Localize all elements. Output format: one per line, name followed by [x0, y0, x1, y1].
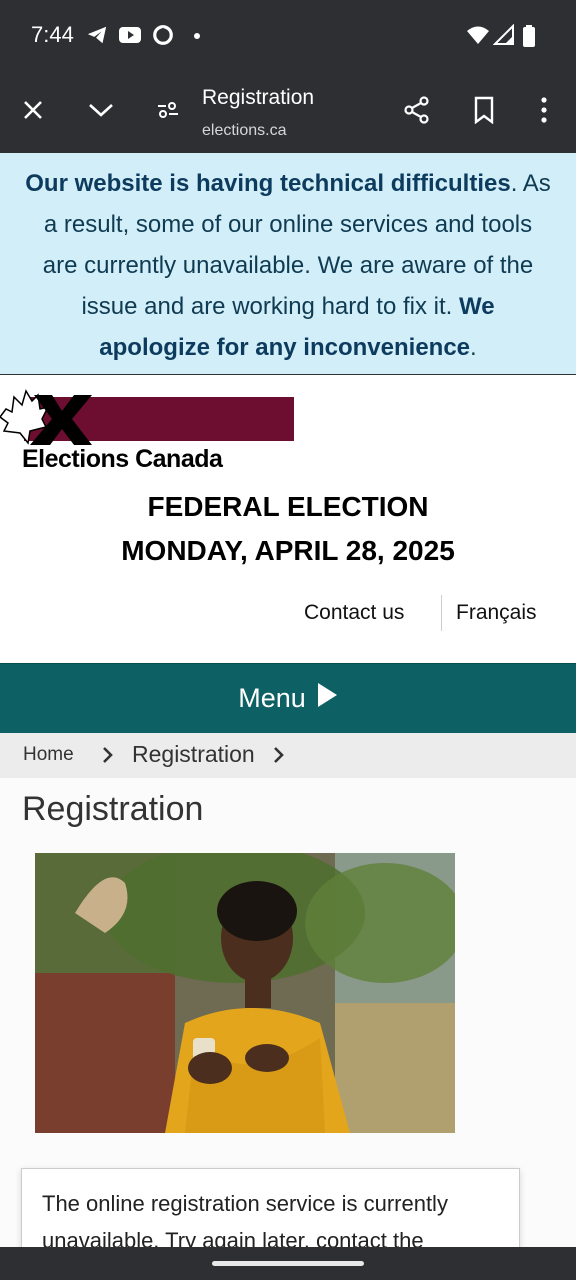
page-title-bar: Registration: [202, 86, 315, 109]
link-divider: [441, 595, 442, 631]
breadcrumb-registration[interactable]: Registration: [132, 741, 255, 768]
menu-label: Menu: [238, 683, 306, 713]
alert-tail-punct: .: [470, 334, 477, 361]
youtube-icon: [118, 24, 142, 48]
elections-canada-logo[interactable]: Elections Canada: [0, 387, 300, 471]
share-button[interactable]: [395, 90, 439, 134]
signal-icon: [492, 23, 515, 48]
home-gesture-handle[interactable]: [212, 1261, 364, 1266]
web-page: Our website is having technical difficul…: [0, 153, 576, 1247]
language-toggle-link[interactable]: Français: [456, 601, 537, 625]
dot-icon: [192, 24, 202, 48]
headline-line2: MONDAY, APRIL 28, 2025: [121, 535, 455, 566]
chevron-down-icon: [88, 102, 114, 123]
url-text[interactable]: elections.ca: [202, 122, 287, 140]
page-heading: Registration: [22, 790, 204, 828]
minimize-button[interactable]: [79, 90, 123, 134]
menu-button[interactable]: Menu: [0, 663, 576, 733]
status-bar: 7:44: [0, 0, 576, 72]
site-settings-button[interactable]: [146, 90, 190, 134]
header-links: Contact us Français: [0, 573, 576, 663]
more-vert-icon: [540, 96, 548, 128]
status-time: 7:44: [31, 22, 74, 47]
battery-icon: [521, 24, 537, 48]
bookmark-button[interactable]: [462, 90, 506, 134]
bookmark-icon: [473, 96, 495, 129]
wifi-icon: [466, 24, 490, 48]
more-options-button[interactable]: [522, 90, 566, 134]
sync-app-icon: [152, 24, 174, 48]
close-tab-button[interactable]: [11, 90, 55, 134]
telegram-icon: [86, 24, 108, 48]
play-arrow-icon: [316, 682, 338, 715]
notice-line2: unavailable. Try again later, contact th…: [42, 1228, 424, 1247]
logo-area: Elections Canada: [0, 375, 576, 479]
technical-difficulties-alert: Our website is having technical difficul…: [0, 153, 576, 375]
notice-line1: The online registration service is curre…: [42, 1191, 448, 1216]
chevron-right-icon: [101, 745, 115, 771]
browser-toolbar: Registration elections.ca: [0, 72, 576, 153]
chevron-right-icon: [272, 745, 286, 771]
contact-us-link[interactable]: Contact us: [304, 601, 404, 625]
registration-notice-card: The online registration service is curre…: [21, 1168, 520, 1247]
share-icon: [403, 95, 431, 129]
election-headline: FEDERAL ELECTION MONDAY, APRIL 28, 2025: [0, 485, 576, 573]
breadcrumb: Home Registration: [0, 733, 576, 778]
site-settings-icon: [156, 100, 180, 125]
hero-image: [35, 853, 455, 1133]
alert-bold-lead: Our website is having technical difficul…: [25, 170, 511, 197]
logo-text: Elections Canada: [22, 445, 224, 471]
system-nav-bar: [0, 1247, 576, 1280]
breadcrumb-home[interactable]: Home: [23, 744, 74, 766]
close-icon: [22, 99, 44, 126]
headline-line1: FEDERAL ELECTION: [147, 491, 429, 522]
